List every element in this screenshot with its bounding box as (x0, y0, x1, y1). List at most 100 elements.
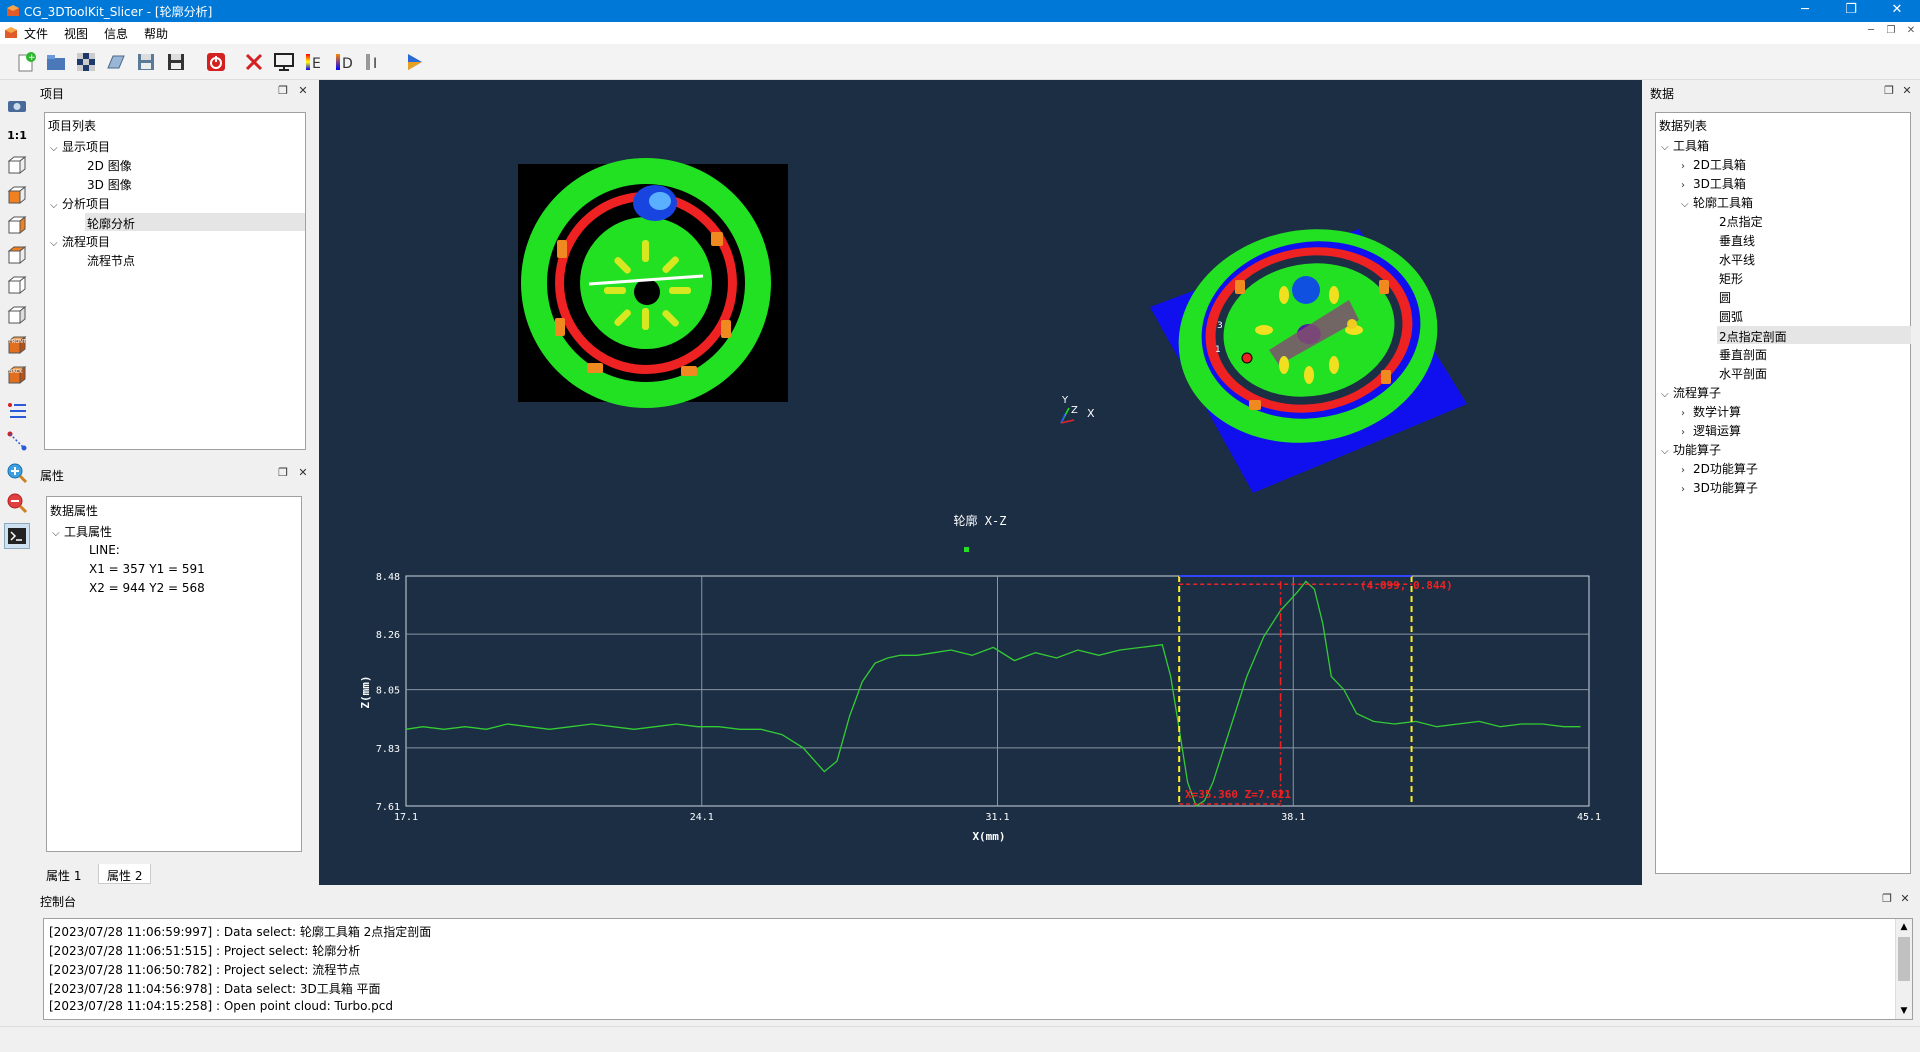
x-tick-label: 45.1 (1577, 812, 1601, 823)
color-d-icon[interactable]: D (330, 49, 358, 75)
tree-item-contour-toolbox[interactable]: ⌵ 轮廓工具箱 (1681, 194, 1753, 211)
project-tree: 项目列表 ⌵ 显示项目 2D 图像 3D 图像 ⌵ 分析项目 轮廓分析 ⌵ 流程项目 … (44, 112, 306, 450)
mdi-close-icon[interactable]: ✕ (1902, 25, 1920, 41)
tree-item-arc[interactable]: 圆弧 (1719, 308, 1743, 325)
tree-item-two-point-section[interactable]: 2点指定剖面 (1717, 326, 1911, 344)
tree-group-display[interactable]: ⌵ 显示项目 (50, 138, 110, 155)
tab-properties-2[interactable]: 属性 2 (98, 864, 152, 884)
float-icon[interactable]: ❐ (276, 466, 290, 480)
terminal-icon[interactable] (4, 523, 30, 549)
points-icon[interactable] (4, 428, 30, 454)
menu-file[interactable]: 文件 (24, 25, 48, 42)
menu-help[interactable]: 帮助 (144, 25, 168, 42)
tree-item-math[interactable]: › 数学计算 (1681, 403, 1741, 420)
save-as-icon[interactable] (162, 49, 190, 75)
data-tree: 数据列表 ⌵ 工具箱 › 2D工具箱 › 3D工具箱 ⌵ 轮廓工具箱 2点指定 垂直线 … (1655, 112, 1911, 874)
tree-item-contour-analysis[interactable]: 轮廓分析 (85, 213, 305, 231)
axis-gizmo: Y Z X (1060, 395, 1095, 424)
tree-item-vertical-section[interactable]: 垂直剖面 (1719, 346, 1767, 363)
console-scrollbar[interactable]: ▲ ▼ (1895, 919, 1912, 1019)
tree-item-2d-function[interactable]: › 2D功能算子 (1681, 460, 1758, 477)
tree-item-horizontal-section[interactable]: 水平剖面 (1719, 365, 1767, 382)
camera-icon[interactable] (4, 92, 30, 118)
tree-item-3d-function[interactable]: › 3D功能算子 (1681, 479, 1758, 496)
float-icon[interactable]: ❐ (1880, 892, 1894, 906)
cube-view-1-icon[interactable] (4, 152, 30, 178)
power-icon[interactable] (202, 49, 230, 75)
tree-item-2d-toolbox[interactable]: › 2D工具箱 (1681, 156, 1746, 173)
new-project-icon[interactable]: + (12, 49, 40, 75)
chart-ticks: 17.1 24.1 31.1 38.1 45.1 8.48 8.26 8.05 7.83 7.61 (376, 572, 1601, 823)
chevron-down-icon: ⌵ (1661, 142, 1669, 153)
back-view-icon[interactable]: BACK (4, 362, 30, 388)
color-e-icon[interactable]: E (300, 49, 328, 75)
tree-item-rectangle[interactable]: 矩形 (1719, 270, 1743, 287)
open-folder-icon[interactable] (42, 49, 70, 75)
project-panel-title: 项目 (40, 87, 65, 101)
tab-properties-1[interactable]: 属性 1 (38, 864, 90, 884)
tree-group-function-operators[interactable]: ⌵ 功能算子 (1661, 441, 1721, 458)
log-line: [2023/07/28 11:06:59:997] : Data select:… (49, 925, 432, 939)
minimize-button[interactable]: ─ (1782, 0, 1828, 22)
chart-selection-overlay[interactable] (1178, 575, 1413, 806)
tree-item-2d-image[interactable]: 2D 图像 (87, 157, 132, 174)
close-icon[interactable]: ✕ (296, 84, 310, 98)
legend-marker (964, 547, 969, 552)
open-file-icon[interactable] (102, 49, 130, 75)
scroll-thumb[interactable] (1898, 937, 1910, 981)
app-menu-icon[interactable] (4, 26, 18, 40)
list-view-icon[interactable] (4, 398, 30, 424)
close-icon[interactable]: ✕ (1898, 892, 1912, 906)
tree-item-circle[interactable]: 圆 (1719, 289, 1731, 306)
scroll-up-icon[interactable]: ▲ (1896, 919, 1912, 935)
color-i-icon[interactable]: I (360, 49, 388, 75)
zoom-out-icon[interactable] (4, 490, 30, 516)
scroll-down-icon[interactable]: ▼ (1896, 1003, 1912, 1019)
run-icon[interactable] (400, 49, 428, 75)
float-icon[interactable]: ❐ (1882, 84, 1896, 98)
close-icon[interactable]: ✕ (1900, 84, 1914, 98)
zoom-in-icon[interactable] (4, 460, 30, 486)
cube-view-6-icon[interactable] (4, 302, 30, 328)
y-tick-label: 8.05 (376, 686, 400, 697)
window-title: CG_3DToolKit_Slicer - [轮廓分析] (24, 5, 213, 19)
tree-group-tool-props[interactable]: ⌵ 工具属性 (52, 523, 112, 540)
tree-group-flow[interactable]: ⌵ 流程项目 (50, 233, 110, 250)
close-button[interactable]: ✕ (1874, 0, 1920, 22)
one-to-one-icon[interactable]: 1:1 (4, 122, 30, 148)
3d-viewport[interactable]: 1 3 Y Z X 轮廓 X-Z X(mm) Z(mm) 17.1 24.1 31.… (319, 80, 1642, 885)
tree-group-flow-operators[interactable]: ⌵ 流程算子 (1661, 384, 1721, 401)
chevron-down-icon: ⌵ (1681, 199, 1689, 210)
monitor-icon[interactable] (270, 49, 298, 75)
cube-view-2-icon[interactable] (4, 182, 30, 208)
tree-group-analysis[interactable]: ⌵ 分析项目 (50, 195, 110, 212)
front-view-icon[interactable]: FRONT (4, 332, 30, 358)
save-icon[interactable] (132, 49, 160, 75)
close-icon[interactable]: ✕ (296, 466, 310, 480)
tree-item-flow-node[interactable]: 流程节点 (87, 252, 135, 269)
cube-view-4-icon[interactable] (4, 242, 30, 268)
mdi-minimize-icon[interactable]: ─ (1862, 25, 1880, 41)
cube-view-5-icon[interactable] (4, 272, 30, 298)
checkerboard-icon[interactable] (72, 49, 100, 75)
mdi-restore-icon[interactable]: ❐ (1882, 25, 1900, 41)
tree-item-3d-toolbox[interactable]: › 3D工具箱 (1681, 175, 1746, 192)
tree-group-toolbox[interactable]: ⌵ 工具箱 (1661, 137, 1709, 154)
app-logo-icon (7, 5, 19, 16)
delete-icon[interactable] (240, 49, 268, 75)
title-bar: CG_3DToolKit_Slicer - [轮廓分析] ─ ❐ ✕ (0, 0, 1920, 22)
float-icon[interactable]: ❐ (276, 84, 290, 98)
tree-item-3d-image[interactable]: 3D 图像 (87, 176, 132, 193)
chevron-right-icon: › (1681, 161, 1685, 172)
cursor-annotation: X=35.360 Z=7.621 (1185, 788, 1291, 801)
maximize-button[interactable]: ❐ (1828, 0, 1874, 22)
menu-info[interactable]: 信息 (104, 25, 128, 42)
menu-view[interactable]: 视图 (64, 25, 88, 42)
tree-item-logic[interactable]: › 逻辑运算 (1681, 422, 1741, 439)
tree-item-two-point[interactable]: 2点指定 (1719, 213, 1763, 230)
tree-item-horizontal-line[interactable]: 水平线 (1719, 251, 1755, 268)
cube-view-3-icon[interactable] (4, 212, 30, 238)
tree-item-vertical-line[interactable]: 垂直线 (1719, 232, 1755, 249)
svg-text:I: I (373, 56, 377, 72)
log-line: [2023/07/28 11:04:15:258] : Open point c… (49, 999, 393, 1013)
